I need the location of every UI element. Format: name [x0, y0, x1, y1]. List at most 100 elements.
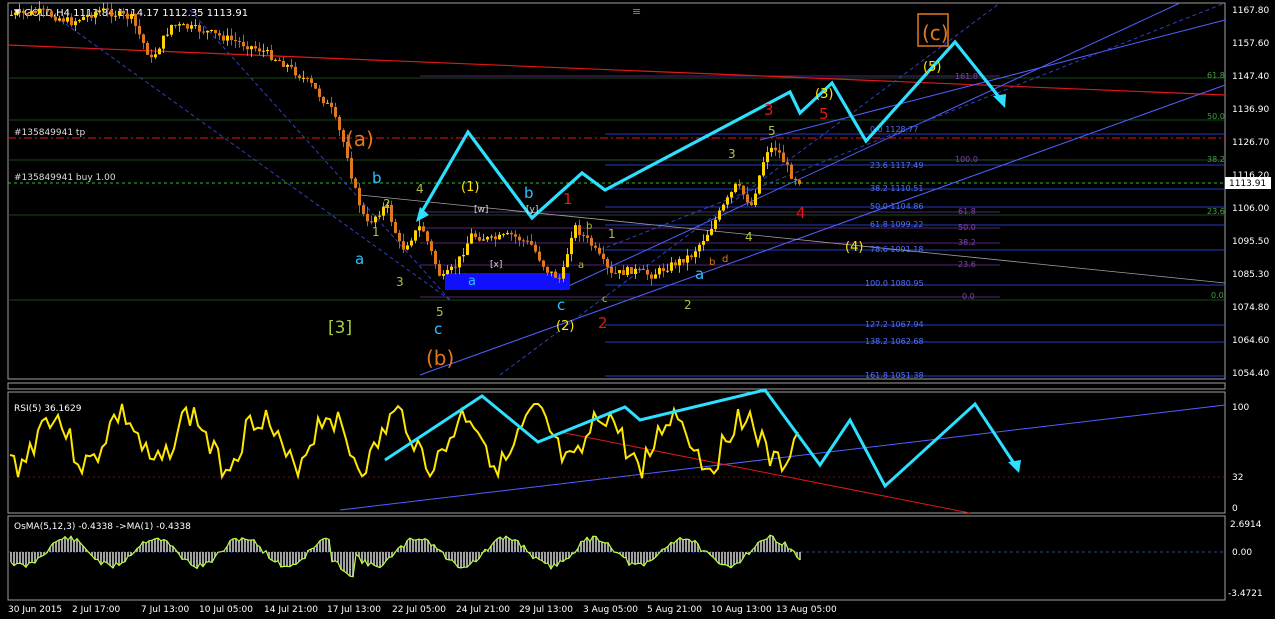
- candle-body: [270, 50, 273, 60]
- osma-bar: [55, 541, 57, 552]
- candle-body: [426, 231, 429, 242]
- candle-body: [370, 221, 373, 223]
- candle-body: [286, 64, 289, 67]
- osma-bar: [415, 540, 417, 552]
- candle-body: [586, 235, 589, 238]
- wave-label: (2): [556, 319, 574, 334]
- osma-bar: [520, 547, 522, 552]
- candle-body: [338, 116, 341, 131]
- time-label: 5 Aug 21:00: [647, 605, 702, 615]
- wave-label: 3: [764, 101, 774, 119]
- candle-body: [114, 15, 117, 17]
- candle-body: [646, 269, 649, 275]
- candle-body: [734, 184, 737, 193]
- fib-label: 61.8: [958, 207, 976, 216]
- candle-body: [534, 244, 537, 252]
- osma-bar: [766, 538, 768, 552]
- candle-body: [34, 10, 37, 14]
- candle-body: [694, 251, 697, 258]
- candle-body: [758, 175, 761, 194]
- candle-body: [698, 244, 701, 252]
- candle-body: [78, 20, 81, 22]
- candle-body: [142, 34, 145, 43]
- osma-bar: [187, 552, 189, 561]
- candle-body: [650, 274, 653, 279]
- osma-bar: [115, 552, 117, 563]
- osma-bar: [301, 552, 303, 559]
- fib-label: 23.6 1117.49: [870, 161, 923, 170]
- osma-bar: [685, 539, 687, 552]
- candle-body: [502, 234, 505, 236]
- candle-body: [774, 147, 777, 151]
- wave-label: d: [722, 254, 728, 265]
- candle-body: [230, 35, 233, 40]
- time-label: 2 Jul 17:00: [72, 605, 121, 615]
- osma-bar: [67, 539, 69, 552]
- candle-body: [374, 216, 377, 223]
- wave-label-b-big: (b): [426, 346, 454, 370]
- candle-body: [182, 24, 185, 26]
- time-label: 22 Jul 05:00: [392, 605, 446, 615]
- candle-body: [670, 262, 673, 271]
- osma-bar: [565, 552, 567, 559]
- wave-label-a-big: (a): [346, 127, 374, 151]
- fib-label: 161.8 1051.38: [865, 371, 924, 380]
- candle-body: [410, 240, 413, 246]
- osma-bar: [388, 552, 390, 558]
- osma-bar: [505, 536, 507, 552]
- osma-bar: [562, 552, 564, 562]
- candle-body: [146, 42, 149, 55]
- price-label: 1157.60: [1232, 39, 1269, 49]
- price-label: 1085.30: [1232, 270, 1269, 280]
- wave-label: c: [434, 320, 442, 338]
- candle-body: [106, 8, 109, 10]
- buy-line-label: #135849941 buy 1.00: [14, 173, 116, 183]
- osma-bar: [121, 552, 123, 563]
- candle-body: [102, 8, 105, 11]
- osma-bar: [292, 552, 294, 565]
- candle-body: [538, 251, 541, 261]
- price-axis[interactable]: 1167.80 1157.60 1147.40 1136.90 1126.70 …: [1232, 6, 1269, 379]
- fib-label: 38.2 1110.51: [870, 184, 923, 193]
- osma-bar: [589, 541, 591, 552]
- candle-body: [706, 234, 709, 242]
- time-label: 10 Jul 05:00: [199, 605, 253, 615]
- candle-body: [630, 267, 633, 274]
- wave-label: [w]: [474, 205, 488, 215]
- osma-bar: [247, 540, 249, 552]
- fib-label: 61.8 1099.22: [870, 220, 923, 229]
- candle-body: [434, 250, 437, 265]
- osma-bar: [376, 552, 378, 567]
- rsi-axis-label: 100: [1232, 403, 1249, 413]
- wave-label: (1): [461, 180, 479, 195]
- candle-body: [590, 237, 593, 246]
- wave-label: 4: [745, 230, 753, 244]
- candle-body: [246, 46, 249, 50]
- candle-body: [274, 59, 277, 61]
- price-label: 1095.50: [1232, 237, 1269, 247]
- osma-bar: [199, 552, 201, 564]
- candle-body: [358, 187, 361, 206]
- candle-body: [22, 10, 25, 14]
- time-label: 17 Jul 13:00: [327, 605, 381, 615]
- osma-bar: [466, 552, 468, 568]
- one-click-trading-icon[interactable]: ≡: [632, 5, 641, 18]
- fib-label: 23.6: [1207, 207, 1225, 216]
- candle-body: [746, 194, 749, 203]
- time-axis[interactable]: 30 Jun 2015 2 Jul 17:00 7 Jul 13:00 10 J…: [8, 605, 837, 615]
- chart-window[interactable]: ▼ GOLD,H4 1113.84 1114.17 1112.35 1113.9…: [0, 0, 1275, 619]
- main-price-panel[interactable]: [7, 2, 1226, 380]
- candle-body: [186, 24, 189, 29]
- wave-label: 5: [436, 305, 444, 319]
- osma-bar: [469, 552, 471, 565]
- osma-bar: [298, 552, 300, 562]
- osma-bar: [721, 552, 723, 565]
- rsi-axis-label: 32: [1232, 473, 1243, 483]
- candle-body: [202, 31, 205, 33]
- candle-body: [402, 241, 405, 250]
- candle-body: [546, 266, 549, 273]
- osma-bar: [409, 538, 411, 552]
- osma-bar: [448, 552, 450, 560]
- fib-labels: 0.0 1128.77 23.6 1117.49 38.2 1110.51 50…: [865, 125, 924, 380]
- candle-body: [54, 16, 57, 21]
